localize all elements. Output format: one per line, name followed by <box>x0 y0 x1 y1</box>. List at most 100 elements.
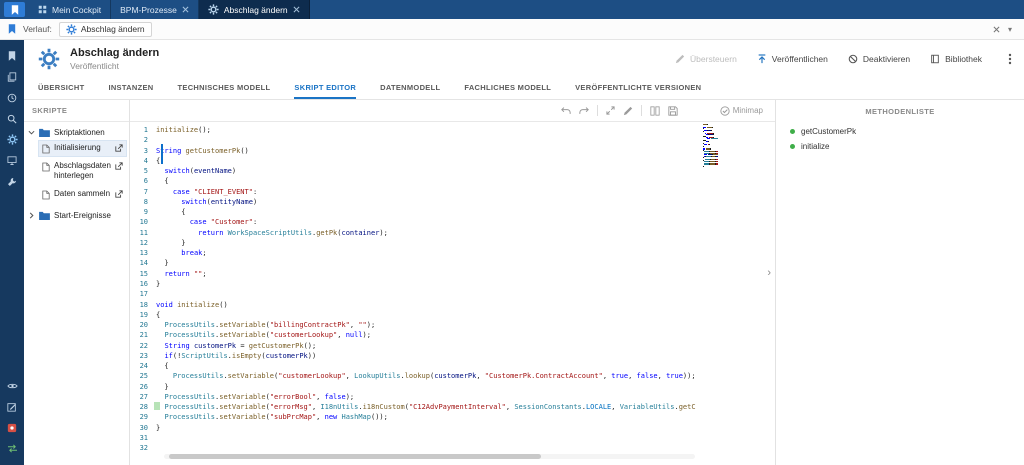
search-icon[interactable] <box>0 108 24 129</box>
edit-icon[interactable] <box>623 106 633 116</box>
tree-item-label: Daten sammeln <box>54 189 112 199</box>
bookmark-icon[interactable] <box>8 24 16 34</box>
action-button-deaktivieren[interactable]: Deaktivieren <box>848 54 910 64</box>
kebab-menu-icon[interactable] <box>1008 53 1012 65</box>
horizontal-scrollbar[interactable] <box>164 454 695 459</box>
code-line: 24 { <box>130 361 775 371</box>
line-number: 30 <box>130 423 156 433</box>
script-item-initialisierung[interactable]: Initialisierung <box>38 140 127 157</box>
close-icon[interactable] <box>182 6 189 13</box>
line-number: 29 <box>130 412 156 422</box>
tab-technisches-modell[interactable]: TECHNISCHES MODELL <box>178 77 271 99</box>
line-number: 19 <box>130 310 156 320</box>
minimap-line <box>703 159 718 160</box>
code-text: break; <box>156 248 207 258</box>
line-number: 5 <box>130 166 156 176</box>
line-number: 28 <box>130 402 156 412</box>
toolbar-separator <box>597 105 598 116</box>
script-item-daten-sammeln[interactable]: Daten sammeln <box>38 186 127 203</box>
document-icon <box>42 144 50 154</box>
header-actions: Übersteuern Veröffentlichen Deaktivieren Bi… <box>675 54 982 64</box>
tab-fachliches-modell[interactable]: FACHLICHES MODELL <box>464 77 551 99</box>
monitor-icon[interactable] <box>0 150 24 171</box>
bookmark-icon <box>11 5 19 15</box>
minimap[interactable] <box>702 124 718 170</box>
code-area[interactable]: 1initialize();23String getCustomerPk()4{… <box>130 122 775 465</box>
tab-skript-editor[interactable]: SKRIPT EDITOR <box>294 77 356 99</box>
close-icon[interactable] <box>993 26 1000 33</box>
code-line: 12 } <box>130 238 775 248</box>
code-text: case "Customer": <box>156 217 257 227</box>
editor-toolbar: Minimap <box>130 100 775 122</box>
selection-decoration <box>161 144 163 164</box>
history-chip[interactable]: Abschlag ändern <box>59 22 152 37</box>
browser-tab-abschlag-aendern[interactable]: Abschlag ändern <box>199 0 310 19</box>
wrench-icon[interactable] <box>0 171 24 192</box>
tree-folder-skriptaktionen[interactable]: Skriptaktionen <box>24 126 129 139</box>
code-line: 16} <box>130 279 775 289</box>
external-link-icon[interactable] <box>115 144 123 152</box>
action-button-veroeffentlichen[interactable]: Veröffentlichen <box>757 54 828 64</box>
method-status-dot <box>790 129 795 134</box>
scrollbar-thumb[interactable] <box>169 454 541 459</box>
action-button-uebersteuern[interactable]: Übersteuern <box>675 54 737 64</box>
chevron-down-icon[interactable]: ▾ <box>1008 25 1012 34</box>
code-line: 11 return WorkSpaceScriptUtils.getPk(con… <box>130 228 775 238</box>
tab-uebersicht[interactable]: ÜBERSICHT <box>38 77 84 99</box>
bookmark-icon[interactable] <box>0 45 24 66</box>
tab-instanzen[interactable]: INSTANZEN <box>108 77 153 99</box>
minimap-toggle[interactable]: Minimap <box>720 106 763 116</box>
code-line: 29 ProcessUtils.setVariable("subPrcMap",… <box>130 412 775 422</box>
browser-tab-mein-cockpit[interactable]: Mein Cockpit <box>29 0 111 19</box>
close-icon[interactable] <box>293 6 300 13</box>
document-icon <box>42 190 50 200</box>
browser-tab-bpm-prozesse[interactable]: BPM-Prozesse <box>111 0 199 19</box>
action-button-bibliothek[interactable]: Bibliothek <box>930 54 982 64</box>
main-area: Abschlag ändern Veröffentlicht Übersteue… <box>24 40 1024 465</box>
diff-icon[interactable] <box>650 106 660 116</box>
line-number: 8 <box>130 197 156 207</box>
code-line: 19{ <box>130 310 775 320</box>
app-logo[interactable] <box>4 2 25 17</box>
line-number: 13 <box>130 248 156 258</box>
tree-folder-start-ereignisse[interactable]: Start-Ereignisse <box>24 209 129 222</box>
maximize-icon[interactable] <box>606 106 615 115</box>
scripts-tree: Skriptaktionen Initialisierung Abschlagsda… <box>24 122 129 226</box>
code-text: String customerPk = getCustomerPk(); <box>156 341 316 351</box>
method-item-getcustomerpk[interactable]: getCustomerPk <box>776 124 1024 139</box>
pages-icon[interactable] <box>0 66 24 87</box>
script-item-abschlagsdaten-hinterlegen[interactable]: Abschlagsdaten hinterlegen <box>38 158 127 185</box>
tree-item-label: Initialisierung <box>54 143 112 153</box>
eye-icon[interactable] <box>0 375 24 396</box>
code-line: 23 if(!ScriptUtils.isEmpty(customerPk)) <box>130 351 775 361</box>
method-item-initialize[interactable]: initialize <box>776 139 1024 154</box>
save-icon[interactable] <box>668 106 678 116</box>
history-label: Verlauf: <box>23 24 52 34</box>
collapse-panel-handle[interactable]: › <box>767 268 771 279</box>
action-label: Übersteuern <box>690 54 737 64</box>
line-number: 2 <box>130 135 156 145</box>
gear-icon[interactable] <box>0 129 24 150</box>
code-line: 21 ProcessUtils.setVariable("customerLoo… <box>130 330 775 340</box>
line-number: 14 <box>130 258 156 268</box>
edit-note-icon[interactable] <box>0 396 24 417</box>
record-icon[interactable] <box>0 417 24 438</box>
tab-label: BPM-Prozesse <box>120 5 177 15</box>
history-clock-icon[interactable] <box>0 87 24 108</box>
tab-datenmodell[interactable]: DATENMODELL <box>380 77 440 99</box>
publish-icon <box>757 54 767 64</box>
undo-icon[interactable] <box>561 106 571 115</box>
external-link-icon[interactable] <box>115 162 123 170</box>
code-text: { <box>156 156 160 166</box>
external-link-icon[interactable] <box>115 190 123 198</box>
line-number: 3 <box>130 146 156 156</box>
method-label: initialize <box>801 142 829 151</box>
line-number: 26 <box>130 382 156 392</box>
code-text: } <box>156 423 160 433</box>
swap-arrows-icon[interactable] <box>0 438 24 459</box>
line-number: 12 <box>130 238 156 248</box>
redo-icon[interactable] <box>579 106 589 115</box>
tab-veroeffentlichte-versionen[interactable]: VERÖFFENTLICHTE VERSIONEN <box>575 77 701 99</box>
code-text: } <box>156 382 169 392</box>
page-title: Abschlag ändern <box>70 47 159 59</box>
